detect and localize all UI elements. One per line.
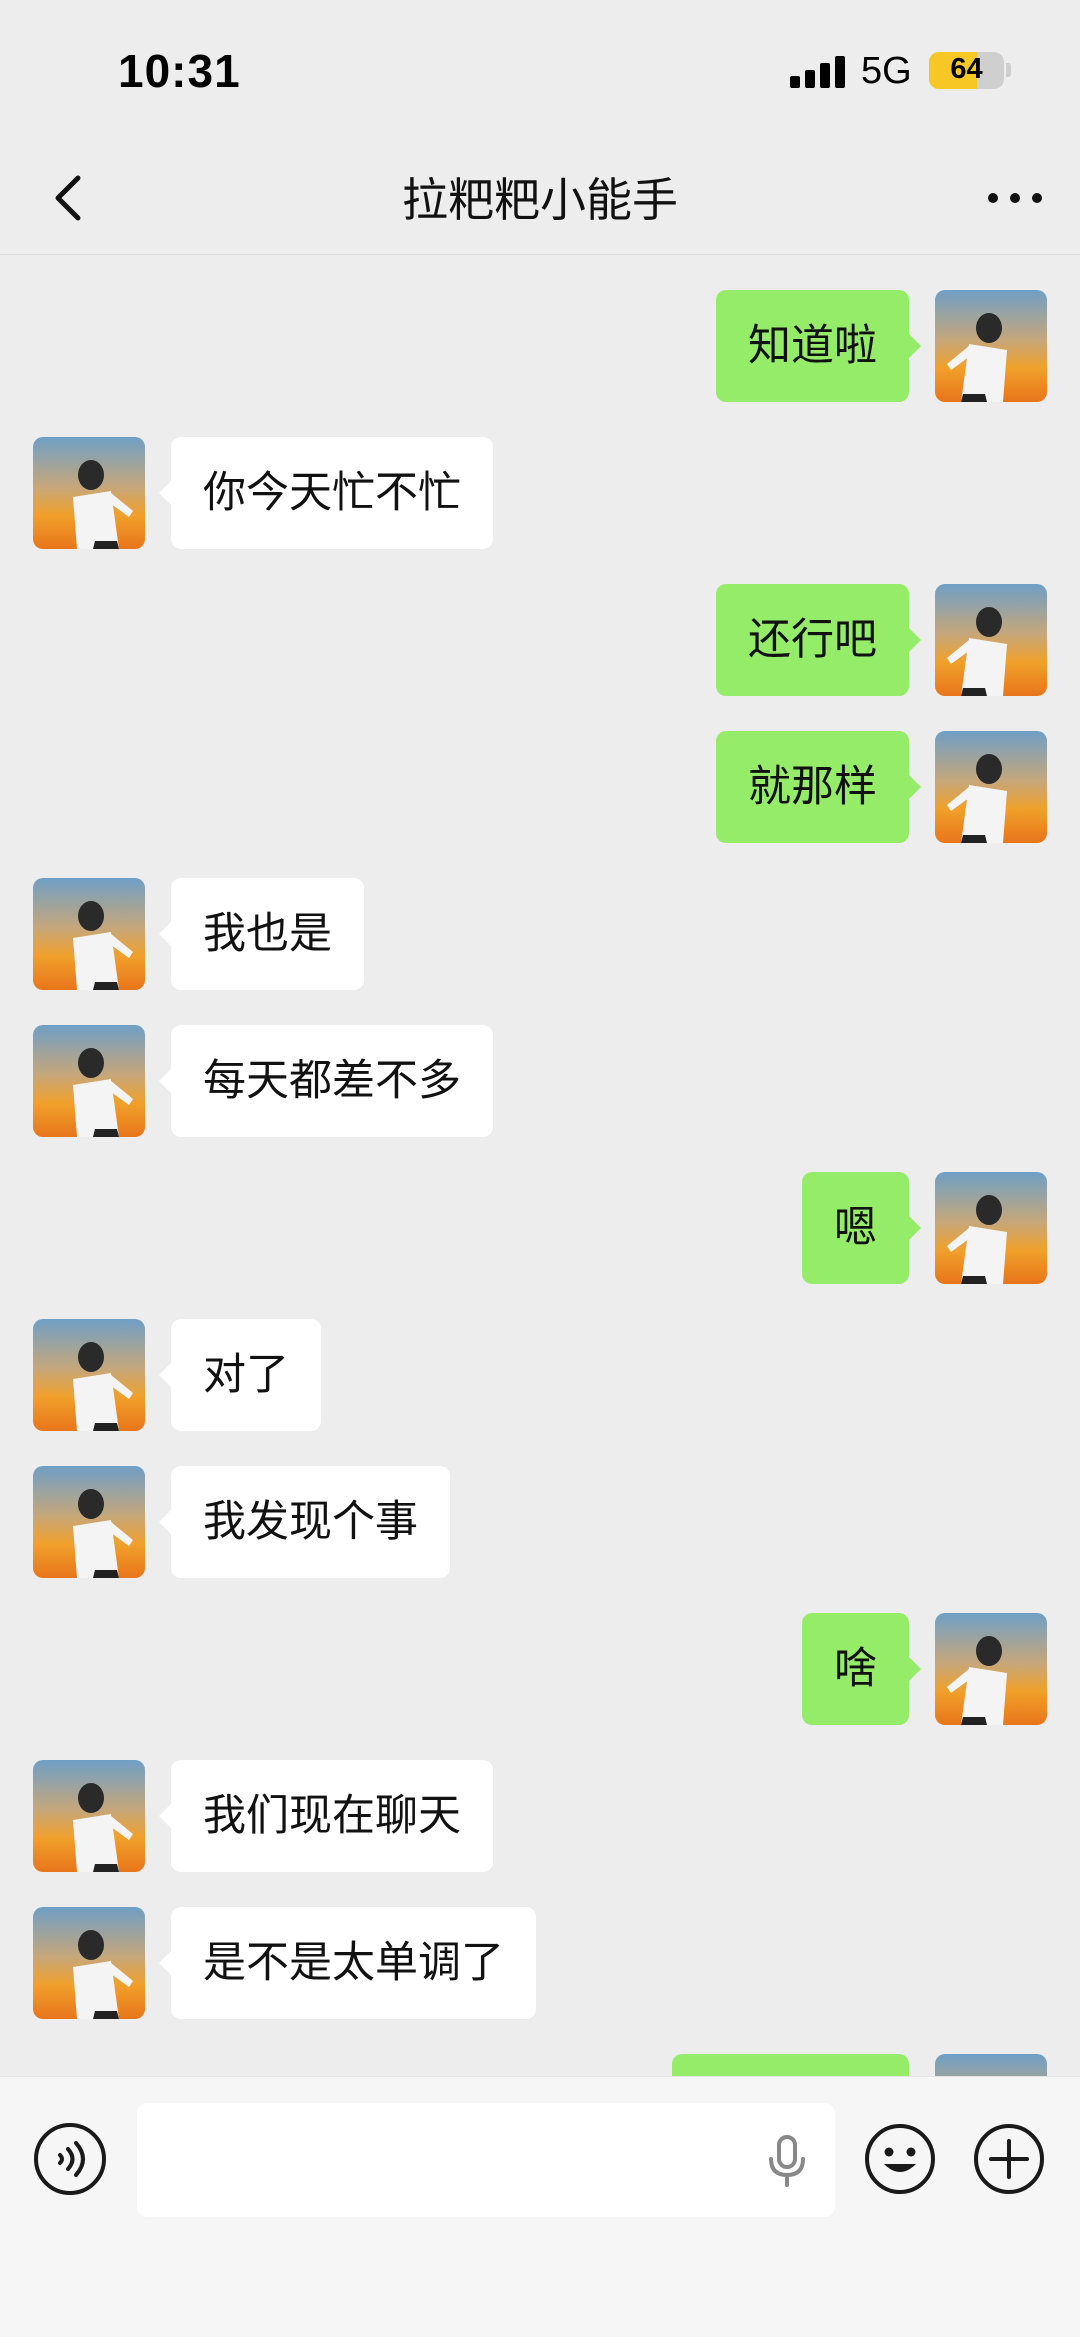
plus-icon	[974, 2124, 1044, 2194]
contact-avatar[interactable]	[33, 1907, 145, 2019]
sent-message	[0, 2054, 1080, 2076]
nav-bar: 拉粑粑小能手	[0, 140, 1080, 255]
message-bubble[interactable]	[672, 2054, 909, 2076]
voice-icon	[58, 2141, 85, 2177]
received-message: 我们现在聊天	[0, 1760, 1080, 1872]
my-avatar[interactable]	[935, 1172, 1047, 1284]
more-icon	[988, 193, 1042, 203]
voice-button[interactable]	[34, 2123, 106, 2195]
message-bubble[interactable]: 你今天忙不忙	[159, 437, 493, 549]
my-avatar[interactable]	[935, 290, 1047, 402]
contact-avatar[interactable]	[33, 1760, 145, 1872]
message-bubble[interactable]: 还行吧	[716, 584, 921, 696]
message-bubble[interactable]: 我发现个事	[159, 1466, 450, 1578]
contact-avatar[interactable]	[33, 1319, 145, 1431]
more-button[interactable]	[985, 180, 1045, 216]
sent-message: 啥	[0, 1613, 1080, 1725]
message-bubble[interactable]: 对了	[159, 1319, 321, 1431]
received-message: 每天都差不多	[0, 1025, 1080, 1137]
sent-message: 嗯	[0, 1172, 1080, 1284]
microphone-icon[interactable]	[765, 2133, 809, 2189]
contact-avatar[interactable]	[33, 437, 145, 549]
emoji-icon	[865, 2124, 935, 2194]
my-avatar[interactable]	[935, 584, 1047, 696]
chat-title: 拉粑粑小能手	[402, 173, 678, 227]
message-bubble[interactable]: 我们现在聊天	[159, 1760, 493, 1872]
received-message: 我也是	[0, 878, 1080, 990]
signal-icon	[790, 56, 846, 88]
message-bubble[interactable]: 每天都差不多	[159, 1025, 493, 1137]
my-avatar[interactable]	[935, 2054, 1047, 2076]
contact-avatar[interactable]	[33, 1025, 145, 1137]
network-type: 5G	[861, 50, 912, 92]
message-list[interactable]: 知道啦你今天忙不忙还行吧就那样我也是每天都差不多嗯对了我发现个事啥我们现在聊天是…	[0, 256, 1080, 2076]
received-message: 我发现个事	[0, 1466, 1080, 1578]
message-bubble[interactable]: 啥	[802, 1613, 921, 1725]
message-bubble[interactable]: 就那样	[716, 731, 921, 843]
sent-message: 还行吧	[0, 584, 1080, 696]
contact-avatar[interactable]	[33, 878, 145, 990]
emoji-button[interactable]	[864, 2123, 936, 2195]
received-message: 是不是太单调了	[0, 1907, 1080, 2019]
input-bar	[0, 2076, 1080, 2337]
message-bubble[interactable]: 是不是太单调了	[159, 1907, 536, 2019]
status-bar: 10:31 5G 64	[0, 0, 1080, 140]
battery-tip	[1006, 63, 1011, 77]
contact-avatar[interactable]	[33, 1466, 145, 1578]
sent-message: 知道啦	[0, 290, 1080, 402]
sent-message: 就那样	[0, 731, 1080, 843]
my-avatar[interactable]	[935, 1613, 1047, 1725]
message-bubble[interactable]: 知道啦	[716, 290, 921, 402]
received-message: 你今天忙不忙	[0, 437, 1080, 549]
battery-percent: 64	[950, 53, 983, 85]
battery-icon: 64	[929, 52, 1004, 89]
message-bubble[interactable]: 我也是	[159, 878, 364, 990]
message-input[interactable]	[137, 2103, 835, 2217]
received-message: 对了	[0, 1319, 1080, 1431]
plus-button[interactable]	[973, 2123, 1045, 2195]
my-avatar[interactable]	[935, 731, 1047, 843]
status-time: 10:31	[118, 45, 241, 97]
message-bubble[interactable]: 嗯	[802, 1172, 921, 1284]
